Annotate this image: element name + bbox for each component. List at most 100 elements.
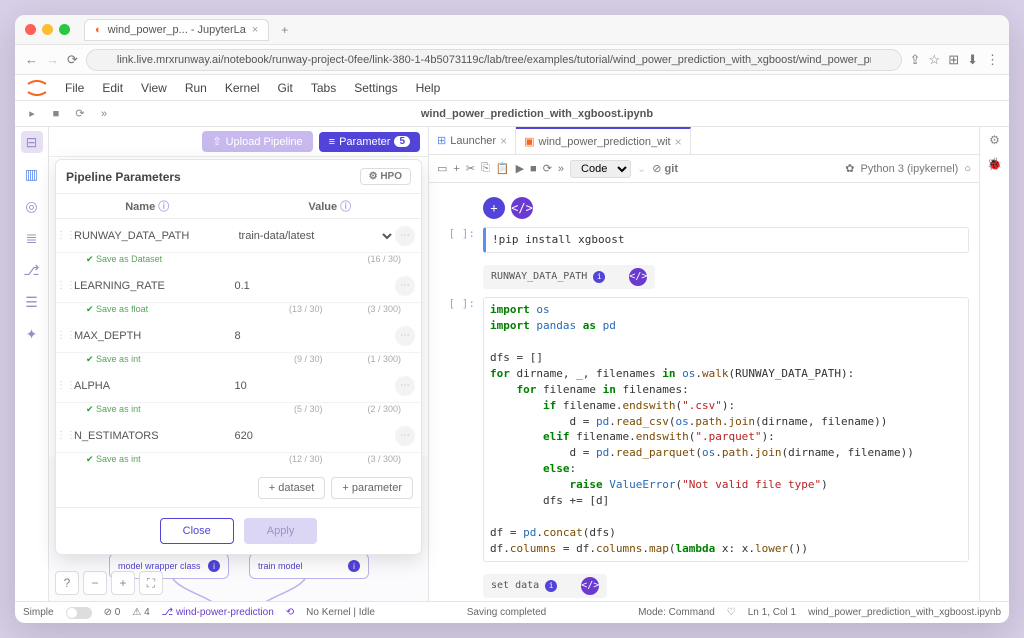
- info-icon[interactable]: i: [545, 580, 557, 592]
- restart-icon[interactable]: ⟳: [71, 105, 89, 123]
- url-input[interactable]: [86, 49, 902, 71]
- menu-kernel[interactable]: Kernel: [217, 79, 268, 97]
- param-chip[interactable]: set data i </>: [483, 574, 607, 598]
- git-branch[interactable]: ⎇ wind-power-prediction: [162, 607, 274, 618]
- info-icon[interactable]: i: [208, 560, 220, 572]
- code-toggle-icon[interactable]: </>: [511, 197, 533, 219]
- info-icon[interactable]: i: [593, 271, 605, 283]
- code-icon[interactable]: </>: [581, 577, 599, 595]
- fastforward-icon[interactable]: »: [95, 105, 113, 123]
- stop-kernel-icon[interactable]: ■: [530, 163, 537, 175]
- menu-run[interactable]: Run: [177, 79, 215, 97]
- param-chip[interactable]: RUNWAY_DATA_PATH i </>: [483, 265, 655, 289]
- run-cell-icon[interactable]: ▶: [516, 162, 524, 175]
- nav-forward-icon[interactable]: →: [46, 52, 59, 67]
- kernel-name[interactable]: Python 3 (ipykernel): [861, 163, 959, 175]
- code-input[interactable]: import os import pandas as pd dfs = [] f…: [483, 297, 969, 562]
- param-value-input[interactable]: [235, 280, 396, 292]
- parameter-button[interactable]: ≡ Parameter 5: [319, 132, 420, 152]
- row-menu-icon[interactable]: ⋯: [395, 426, 415, 446]
- drag-handle-icon[interactable]: ⋮⋮: [56, 230, 70, 241]
- save-icon[interactable]: ▭: [437, 162, 447, 175]
- code-icon[interactable]: </>: [629, 268, 647, 286]
- stop-icon[interactable]: ■: [47, 105, 65, 123]
- tab-notebook[interactable]: ▣wind_power_prediction_wit×: [516, 127, 691, 154]
- menu-help[interactable]: Help: [408, 79, 449, 97]
- drag-handle-icon[interactable]: ⋮⋮: [56, 280, 70, 291]
- menu-tabs[interactable]: Tabs: [303, 79, 344, 97]
- code-input[interactable]: !pip install xgboost: [483, 227, 969, 253]
- add-cell-above-icon[interactable]: +: [483, 197, 505, 219]
- sync-icon[interactable]: ⟲: [286, 607, 294, 618]
- close-button[interactable]: Close: [160, 518, 234, 544]
- menu-git[interactable]: Git: [270, 79, 301, 97]
- close-window-icon[interactable]: [25, 24, 36, 35]
- upload-pipeline-button[interactable]: ⇧ Upload Pipeline: [202, 131, 312, 152]
- profile-icon[interactable]: ⋮: [986, 52, 999, 68]
- param-value-input[interactable]: [235, 430, 396, 442]
- hpo-toggle[interactable]: ⚙ HPO: [360, 168, 411, 185]
- menu-view[interactable]: View: [133, 79, 175, 97]
- run-all-icon[interactable]: »: [558, 163, 564, 175]
- menu-edit[interactable]: Edit: [94, 79, 131, 97]
- toc-icon[interactable]: ☰: [21, 291, 43, 313]
- gear-icon[interactable]: ⚙: [989, 133, 1000, 147]
- extension-icon[interactable]: ✦: [21, 323, 43, 345]
- row-menu-icon[interactable]: ⋯: [395, 376, 415, 396]
- share-icon[interactable]: ⇪: [910, 52, 921, 68]
- bug-icon[interactable]: 🐞: [987, 157, 1002, 171]
- close-icon[interactable]: ×: [675, 135, 682, 149]
- add-parameter-button[interactable]: + parameter: [331, 477, 413, 499]
- git-icon[interactable]: ⎇: [21, 259, 43, 281]
- drag-handle-icon[interactable]: ⋮⋮: [56, 330, 70, 341]
- row-menu-icon[interactable]: ⋯: [395, 226, 415, 246]
- menu-file[interactable]: File: [57, 79, 92, 97]
- info-icon[interactable]: i: [348, 560, 360, 572]
- tab-close-icon[interactable]: ×: [252, 24, 258, 36]
- minimize-window-icon[interactable]: [42, 24, 53, 35]
- help-button[interactable]: ?: [55, 571, 79, 595]
- param-value-input[interactable]: [235, 330, 396, 342]
- zoom-out-button[interactable]: −: [83, 571, 107, 595]
- browser-tab[interactable]: ◐ wind_power_p... - JupyterLa ×: [84, 19, 269, 41]
- cell-type-select[interactable]: Code: [570, 160, 631, 178]
- close-icon[interactable]: ×: [500, 134, 507, 148]
- extensions-icon[interactable]: ⊞: [948, 52, 959, 68]
- row-menu-icon[interactable]: ⋯: [395, 276, 415, 296]
- paste-icon[interactable]: 📋: [496, 162, 510, 175]
- reload-icon[interactable]: ⟳: [67, 52, 78, 68]
- new-tab-icon[interactable]: +: [281, 23, 288, 37]
- drag-handle-icon[interactable]: ⋮⋮: [56, 430, 70, 441]
- drag-handle-icon[interactable]: ⋮⋮: [56, 380, 70, 391]
- cell[interactable]: [ ]: !pip install xgboost: [439, 227, 969, 253]
- pipeline-icon[interactable]: ⊟: [21, 131, 43, 153]
- copy-icon[interactable]: ⎘: [481, 162, 490, 175]
- add-dataset-button[interactable]: + dataset: [258, 477, 326, 499]
- settings-icon[interactable]: ✿: [845, 162, 854, 175]
- download-icon[interactable]: ⬇: [967, 52, 978, 68]
- menu-settings[interactable]: Settings: [346, 79, 405, 97]
- cells-area[interactable]: + </> [ ]: !pip install xgboost RUNWAY_DA…: [429, 183, 979, 601]
- fit-button[interactable]: ⛶: [139, 571, 163, 595]
- cut-icon[interactable]: ✂: [466, 162, 475, 175]
- status-warnings[interactable]: ⚠ 4: [132, 607, 149, 618]
- tab-launcher[interactable]: ⊞Launcher×: [429, 127, 516, 154]
- git-indicator[interactable]: ⊘ git: [652, 162, 678, 175]
- cell[interactable]: [ ]: import os import pandas as pd dfs =…: [439, 297, 969, 562]
- add-cell-icon[interactable]: +: [453, 163, 459, 175]
- param-value-input[interactable]: [235, 380, 396, 392]
- restart-kernel-icon[interactable]: ⟳: [543, 162, 552, 175]
- nav-back-icon[interactable]: ←: [25, 52, 38, 67]
- run-icon[interactable]: ▸: [23, 105, 41, 123]
- running-icon[interactable]: ◎: [21, 195, 43, 217]
- star-icon[interactable]: ☆: [929, 52, 941, 68]
- jupyter-logo-icon[interactable]: [23, 78, 51, 98]
- zoom-in-button[interactable]: +: [111, 571, 135, 595]
- apply-button[interactable]: Apply: [244, 518, 318, 544]
- files-icon[interactable]: ▥: [21, 163, 43, 185]
- status-errors[interactable]: ⊘ 0: [104, 607, 121, 618]
- row-menu-icon[interactable]: ⋯: [395, 326, 415, 346]
- maximize-window-icon[interactable]: [59, 24, 70, 35]
- simple-toggle[interactable]: [66, 607, 92, 619]
- layers-icon[interactable]: ≣: [21, 227, 43, 249]
